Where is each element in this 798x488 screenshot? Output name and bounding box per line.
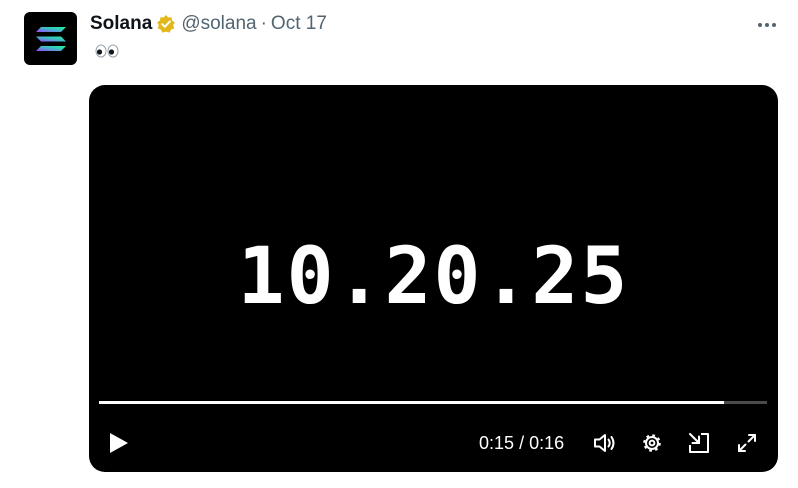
solana-logo-icon (35, 26, 66, 51)
verified-badge-icon (156, 14, 176, 34)
time-separator: / (519, 433, 525, 453)
video-title-text: 10.20.25 (237, 232, 630, 322)
more-horizontal-icon[interactable] (752, 14, 782, 36)
tweet-date[interactable]: Oct 17 (271, 11, 327, 37)
video-player[interactable]: 10.20.25 0:15 / 0:16 (89, 85, 778, 472)
play-icon[interactable] (107, 430, 131, 456)
settings-icon[interactable] (639, 430, 665, 456)
eyes-emoji-icon (95, 44, 119, 58)
author-name[interactable]: Solana (90, 11, 152, 37)
volume-icon[interactable] (592, 430, 618, 456)
tweet-header: Solana @solana · Oct 17 (90, 11, 327, 37)
separator-dot: · (260, 13, 267, 34)
author-handle[interactable]: @solana (181, 11, 256, 37)
avatar[interactable] (24, 12, 77, 65)
tweet-text: 👀 (90, 40, 119, 70)
current-time: 0:15 (479, 433, 515, 453)
fullscreen-icon[interactable] (734, 430, 760, 456)
duration: 0:16 (529, 433, 565, 453)
video-progress-fill (99, 401, 725, 404)
video-time: 0:15 / 0:16 (479, 431, 564, 455)
pop-out-icon[interactable] (686, 430, 712, 456)
video-progress-bar[interactable] (99, 401, 767, 404)
